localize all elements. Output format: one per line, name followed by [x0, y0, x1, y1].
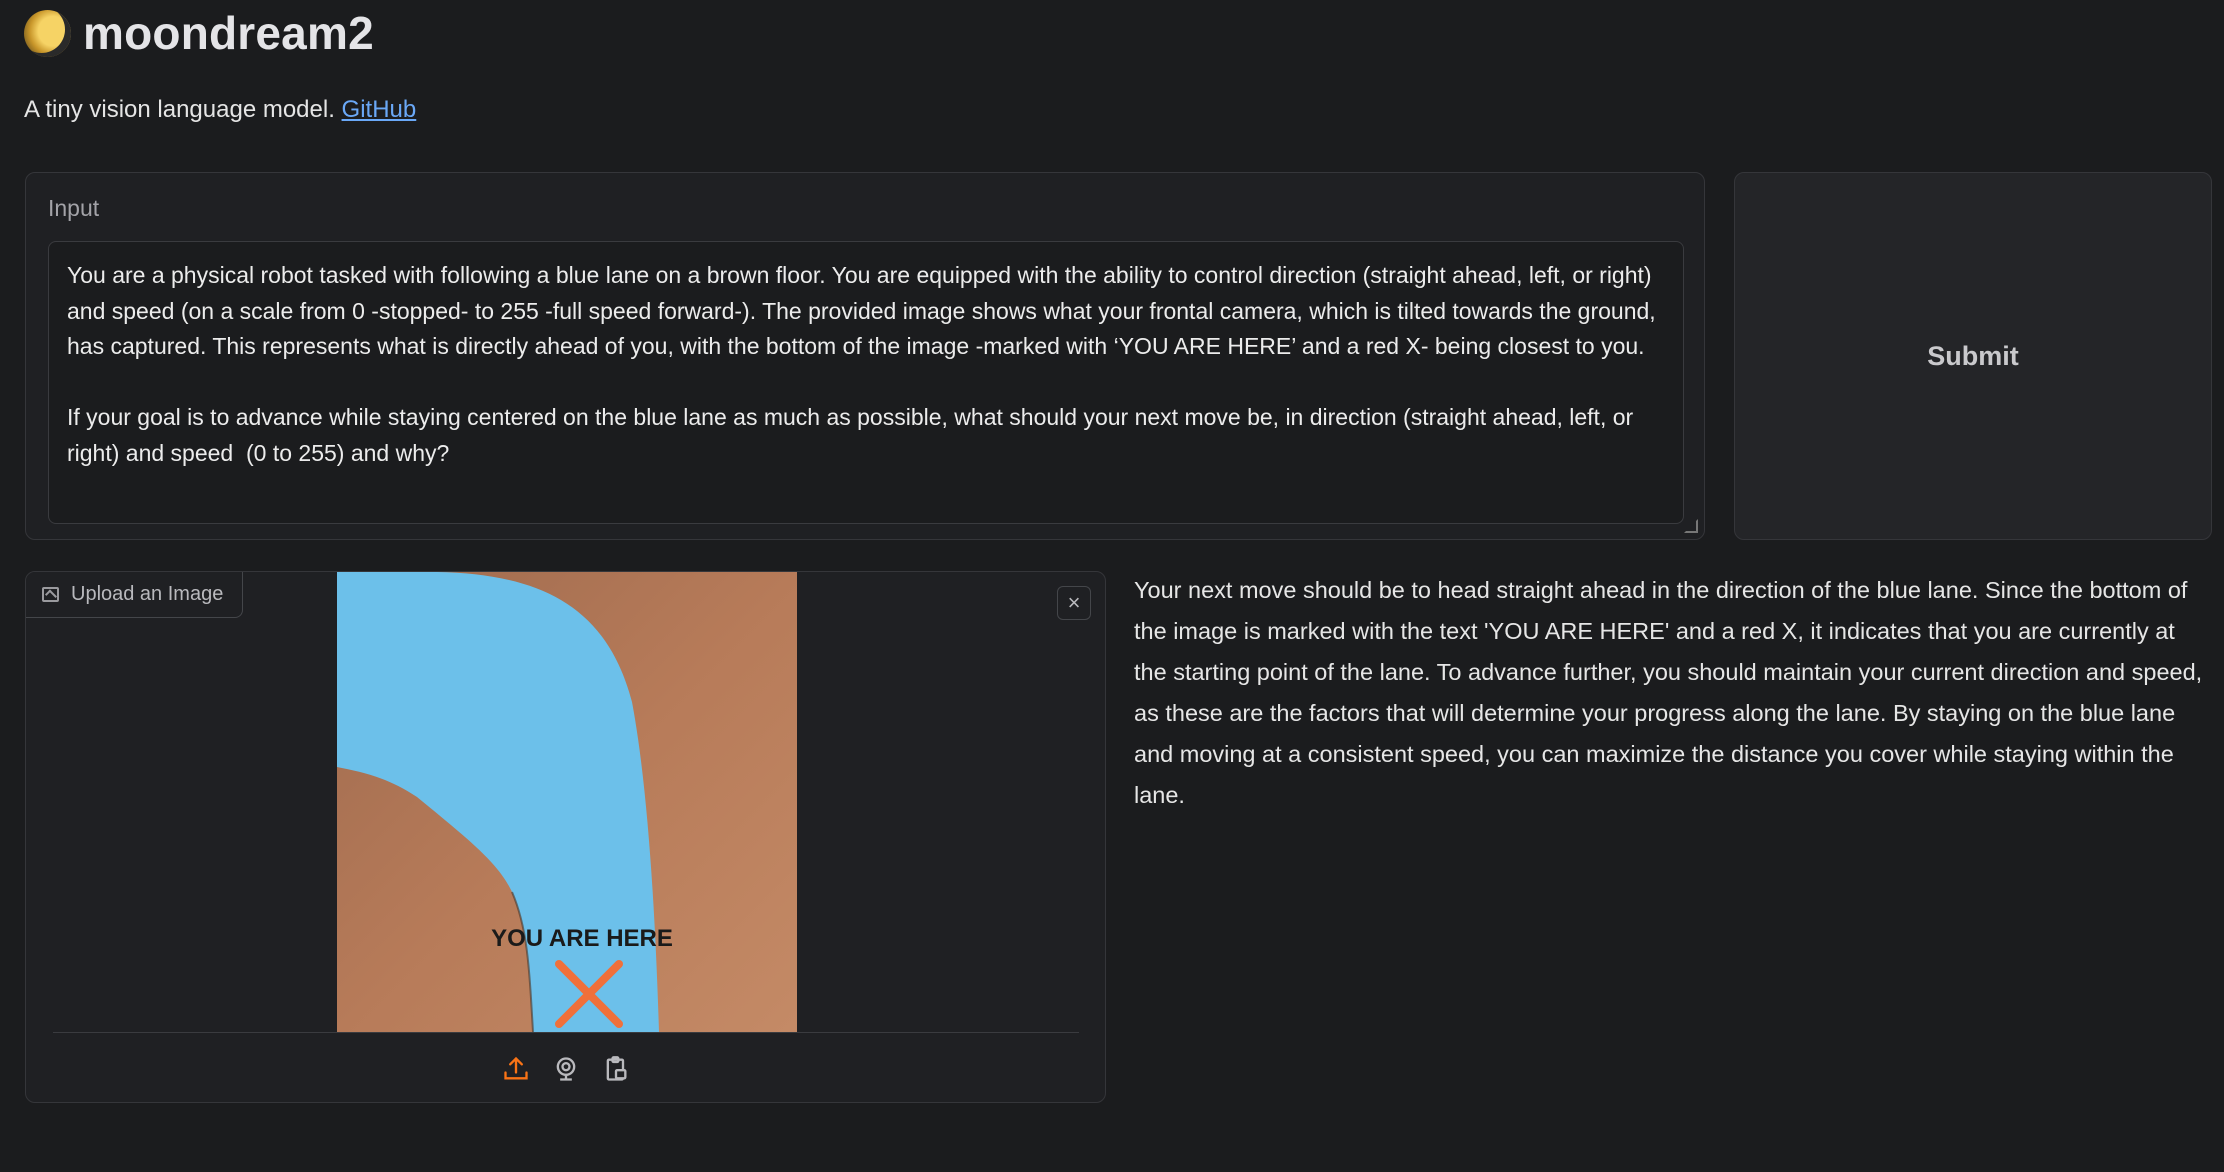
- uploaded-image: YOU ARE HERE: [337, 572, 797, 1032]
- upload-icon[interactable]: [502, 1055, 530, 1083]
- github-link[interactable]: GitHub: [342, 96, 417, 123]
- image-source-bar: [53, 1032, 1079, 1102]
- moon-icon: [24, 9, 71, 57]
- close-icon: ×: [1067, 590, 1081, 615]
- upload-image-text: Upload an Image: [71, 583, 224, 605]
- input-label: Input: [48, 195, 100, 221]
- resize-handle[interactable]: [1684, 519, 1698, 533]
- webcam-icon[interactable]: [552, 1055, 580, 1083]
- prompt-textarea[interactable]: You are a physical robot tasked with fol…: [48, 241, 1684, 524]
- upload-image-label: Upload an Image: [26, 572, 243, 618]
- clear-image-button[interactable]: ×: [1057, 586, 1091, 620]
- subtitle-text: A tiny vision language model.: [24, 96, 335, 123]
- input-panel: Input You are a physical robot tasked wi…: [25, 172, 1705, 540]
- model-output: Your next move should be to head straigh…: [1134, 577, 2203, 808]
- lane-photo: YOU ARE HERE: [337, 572, 797, 1032]
- app-title: moondream2: [83, 7, 374, 59]
- subtitle: A tiny vision language model. GitHub: [24, 96, 416, 124]
- clipboard-icon[interactable]: [602, 1055, 630, 1083]
- submit-button[interactable]: Submit: [1734, 172, 2212, 540]
- you-are-here-text: YOU ARE HERE: [491, 925, 673, 952]
- image-upload-panel: Upload an Image YOU ARE HERE ×: [25, 571, 1106, 1103]
- app-header: moondream2: [24, 6, 374, 60]
- image-icon: [42, 587, 59, 602]
- submit-label: Submit: [1927, 340, 2019, 371]
